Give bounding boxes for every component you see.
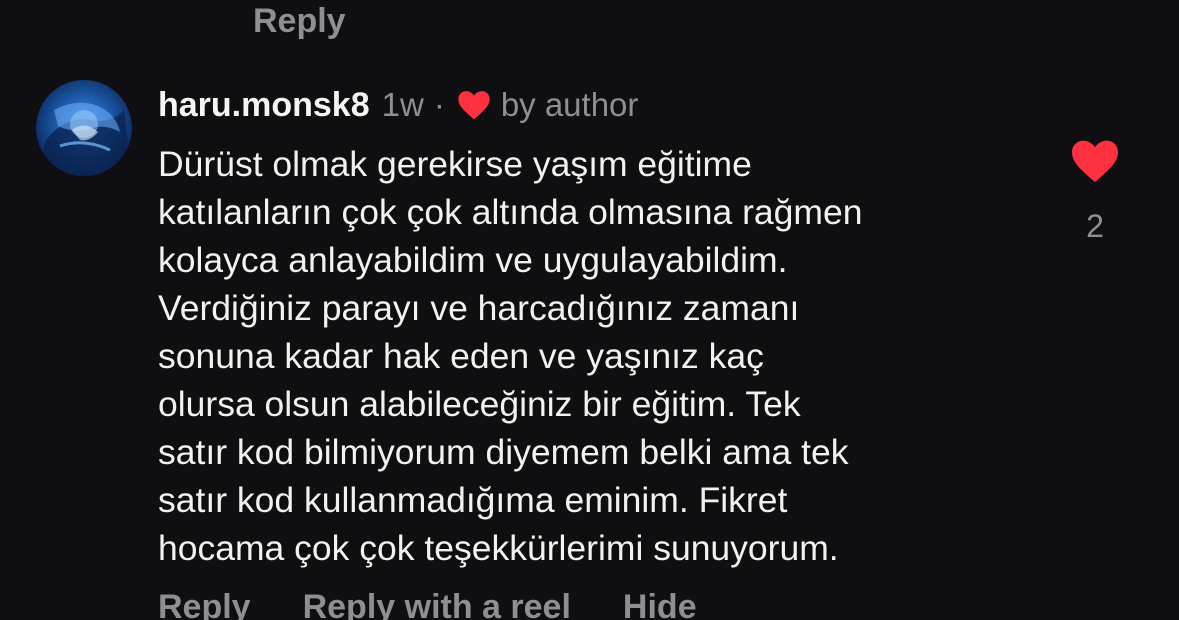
comment-line: Dürüst olmak gerekirse yaşım eğitime [158,144,752,184]
reply-button[interactable]: Reply [158,588,251,620]
comment-line: sonuna kadar hak eden ve yaşınız kaç [158,336,764,376]
comment-line: olursa olsun alabileceğiniz bir eğitim. … [158,384,801,424]
comment-header: haru.monsk8 1w · by author [158,84,638,126]
heart-icon [457,90,491,120]
separator-dot: · [433,86,445,123]
previous-reply-button[interactable]: Reply [253,2,346,41]
avatar[interactable] [36,80,132,176]
heart-filled-icon [1072,140,1118,182]
comment-time: 1w [381,86,424,123]
username[interactable]: haru.monsk8 [158,86,370,125]
hide-button[interactable]: Hide [623,588,697,620]
comment-line: satır kod bilmiyorum diyemem belki ama t… [158,432,849,472]
like-count[interactable]: 2 [1071,208,1119,245]
comment-actions: Reply Reply with a reel Hide [158,588,697,620]
comment-line: satır kod kullanmadığıma eminim. Fikret [158,480,788,520]
reply-with-reel-button[interactable]: Reply with a reel [303,588,571,620]
comment-line: hocama çok çok teşekkürlerimi sunuyorum. [158,528,839,568]
comment-text: Dürüst olmak gerekirse yaşım eğitime kat… [158,140,1038,572]
comment-line: kolayca anlayabildim ve uygulayabildim. [158,240,788,280]
comment-line: katılanların çok çok altında olmasına ra… [158,192,863,232]
comment-line: Verdiğiniz parayı ve harcadığınız zamanı [158,288,800,328]
like-button[interactable] [1071,139,1119,183]
author-like-label: by author [500,86,639,123]
avatar-image [36,102,132,176]
